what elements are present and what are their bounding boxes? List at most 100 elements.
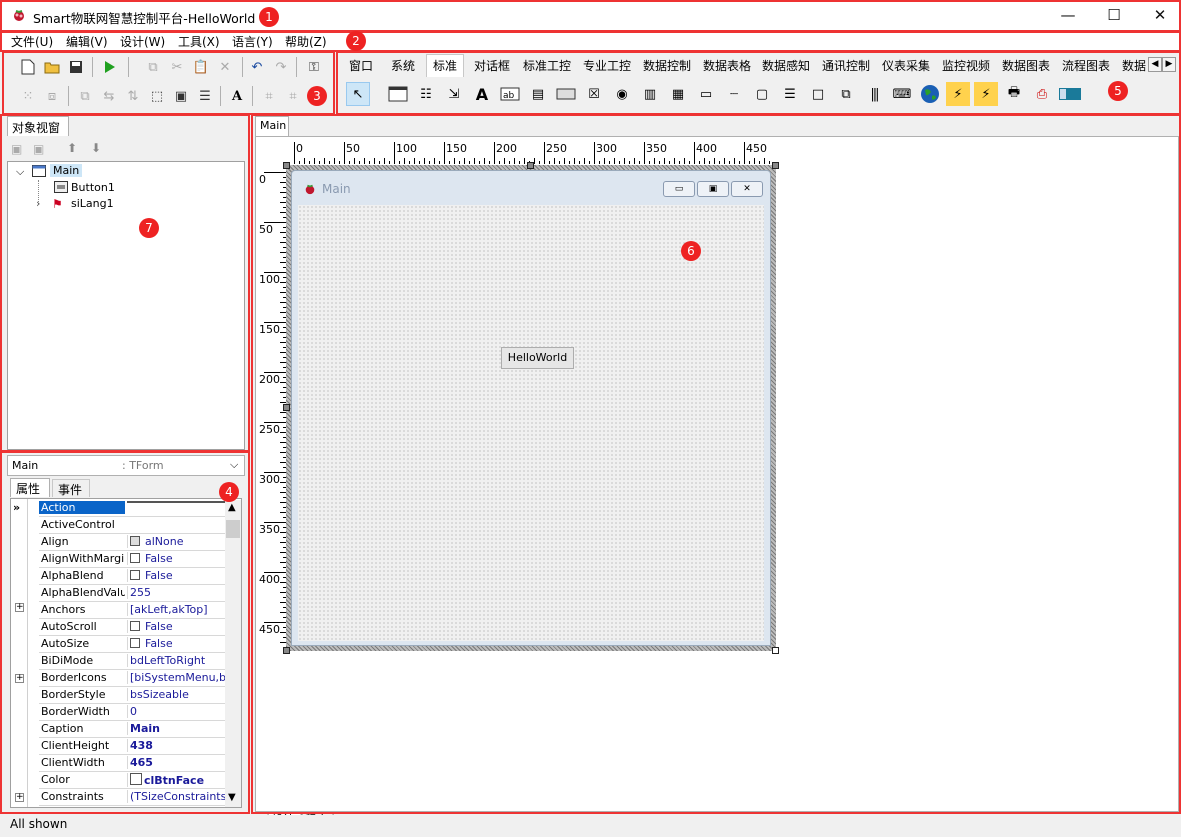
move-up-icon[interactable]: ⬆ (67, 141, 77, 155)
memo-icon[interactable]: ▤ (526, 82, 550, 106)
property-value[interactable]: clBtnFace (127, 773, 235, 787)
property-row[interactable]: Anchors [akLeft,akTop] (39, 602, 235, 619)
radiogroup-icon[interactable]: ▢ (750, 82, 774, 106)
checkbox[interactable] (130, 621, 140, 631)
property-row[interactable]: AutoScroll False (39, 619, 235, 636)
menu-help[interactable]: 帮助(Z) (285, 33, 327, 50)
designer-tab[interactable]: Main (255, 116, 289, 136)
resize-handle-se[interactable] (772, 647, 779, 654)
property-row[interactable]: ClientWidth 465 (39, 755, 235, 772)
tree-node-silang1[interactable]: siLang1 (71, 197, 114, 210)
combobox-icon[interactable]: ▦ (666, 82, 690, 106)
property-scrollbar[interactable]: ▲ ▼ (225, 500, 241, 807)
groupbox-icon[interactable]: ┈ (722, 82, 746, 106)
expand-bordericons-icon[interactable]: + (15, 674, 24, 683)
scroll-thumb[interactable] (226, 520, 240, 538)
inspector-selector[interactable]: Main : TForm ⌵ (7, 455, 245, 476)
property-value[interactable]: [akLeft,akTop] (127, 603, 235, 616)
power-plug-icon[interactable]: ⚡ (946, 82, 970, 106)
checkbox-icon[interactable]: ☒ (582, 82, 606, 106)
property-value[interactable]: ▾ (127, 501, 235, 503)
font-icon[interactable]: A (226, 85, 248, 107)
property-value[interactable]: 255 (127, 586, 235, 599)
undo-icon[interactable]: ↶ (246, 56, 268, 78)
align-icon[interactable]: ⁙ (17, 85, 39, 107)
redo-icon[interactable]: ↷ (270, 56, 292, 78)
palette-tab[interactable]: 仪表采集 (882, 57, 930, 74)
property-value[interactable]: alNone (127, 535, 235, 548)
resize-handle-ne[interactable] (772, 162, 779, 169)
expand-constraints-icon[interactable]: + (15, 793, 24, 802)
property-value[interactable]: False (127, 569, 235, 582)
resize-handle-w[interactable] (283, 404, 290, 411)
palette-tab[interactable]: 系统 (391, 57, 415, 74)
designed-form[interactable]: Main ▭ ▣ ✕ HelloWorld (291, 170, 771, 646)
cut-icon[interactable]: ✂ (166, 56, 188, 78)
palette-tab[interactable]: 数据控制 (643, 57, 691, 74)
remove-object-icon[interactable]: ▣ (33, 142, 44, 156)
listbox-icon[interactable]: ▥ (638, 82, 662, 106)
resize-handle-sw[interactable] (283, 647, 290, 654)
checkbox[interactable] (130, 638, 140, 648)
globe-icon[interactable] (918, 82, 942, 106)
property-row[interactable]: ActiveControl (39, 517, 235, 534)
property-value[interactable]: bsSizeable (127, 688, 235, 701)
inspector-tab-events[interactable]: 事件 (52, 479, 90, 497)
property-value[interactable]: False (127, 620, 235, 633)
space-h-icon[interactable]: ⇆ (98, 85, 120, 107)
close-button[interactable]: ✕ (1137, 0, 1181, 30)
add-object-icon[interactable]: ▣ (11, 142, 22, 156)
menu-design[interactable]: 设计(W) (120, 33, 165, 50)
tree-node-button1[interactable]: Button1 (71, 181, 115, 194)
checkbox[interactable] (130, 570, 140, 580)
scroll-left-icon[interactable]: ◀ (1148, 57, 1162, 72)
tree-expander-collapsed-icon[interactable]: › (36, 197, 40, 210)
property-value[interactable]: 465 (127, 756, 235, 769)
property-row[interactable]: ClientHeight 438 (39, 738, 235, 755)
select-all-icon[interactable]: ⬚ (146, 85, 168, 107)
palette-tab[interactable]: 对话框 (474, 57, 510, 74)
checkbox[interactable] (130, 553, 140, 563)
property-value[interactable]: Main (127, 722, 235, 735)
property-value[interactable]: (TSizeConstraints) (127, 790, 235, 803)
menu-language[interactable]: 语言(Y) (232, 33, 273, 50)
resize-handle-n[interactable] (527, 162, 534, 169)
property-row[interactable]: AlphaBlend False (39, 568, 235, 585)
printer-icon[interactable]: 🖶 (1002, 82, 1026, 106)
run-icon[interactable] (98, 56, 120, 78)
tab-order-icon[interactable]: ☰ (194, 85, 216, 107)
property-row[interactable]: Action▾ (39, 500, 235, 517)
property-row[interactable]: BorderWidth 0 (39, 704, 235, 721)
power-plug2-icon[interactable]: ⚡ (974, 82, 998, 106)
property-row[interactable]: BiDiMode bdLeftToRight (39, 653, 235, 670)
property-row[interactable]: BorderStyle bsSizeable (39, 687, 235, 704)
palette-tab[interactable]: 数据图表 (1002, 57, 1050, 74)
palette-tab[interactable]: 监控视频 (942, 57, 990, 74)
property-value[interactable]: bdLeftToRight (127, 654, 235, 667)
move-down-icon[interactable]: ⬇ (91, 141, 101, 155)
popup-menu-icon[interactable]: ⇲ (442, 82, 466, 106)
property-row[interactable]: Caption Main (39, 721, 235, 738)
main-menu-icon[interactable]: ☷ (414, 82, 438, 106)
palette-tab[interactable]: 数据 (1122, 57, 1146, 74)
resize-handle-nw[interactable] (283, 162, 290, 169)
radiobutton-icon[interactable]: ◉ (610, 82, 634, 106)
snap-object-icon[interactable]: ⌗ (282, 85, 304, 107)
palette-tab[interactable]: 专业工控 (583, 57, 631, 74)
tree-expander-icon[interactable]: ⌵ (16, 165, 24, 179)
button-icon[interactable] (554, 82, 578, 106)
align-center-icon[interactable]: ⧈ (41, 85, 63, 107)
pdf-icon[interactable]: ⎙ (1030, 82, 1054, 106)
scroll-right-icon[interactable]: ▶ (1162, 57, 1176, 72)
group-icon[interactable]: ▣ (170, 85, 192, 107)
scroll-up-icon[interactable]: ▲ (228, 502, 236, 513)
property-row[interactable]: AlignWithMargins False (39, 551, 235, 568)
minimize-button[interactable]: — (1045, 0, 1091, 30)
property-row[interactable]: Constraints (TSizeConstraints) (39, 789, 235, 806)
paste-icon[interactable]: 📋 (190, 56, 212, 78)
save-icon[interactable] (65, 56, 87, 78)
inspector-tab-properties[interactable]: 属性 (10, 478, 50, 497)
edit-icon[interactable]: ab (498, 82, 522, 106)
actionlist-icon[interactable]: □ (806, 82, 830, 106)
palette-tab[interactable]: 流程图表 (1062, 57, 1110, 74)
